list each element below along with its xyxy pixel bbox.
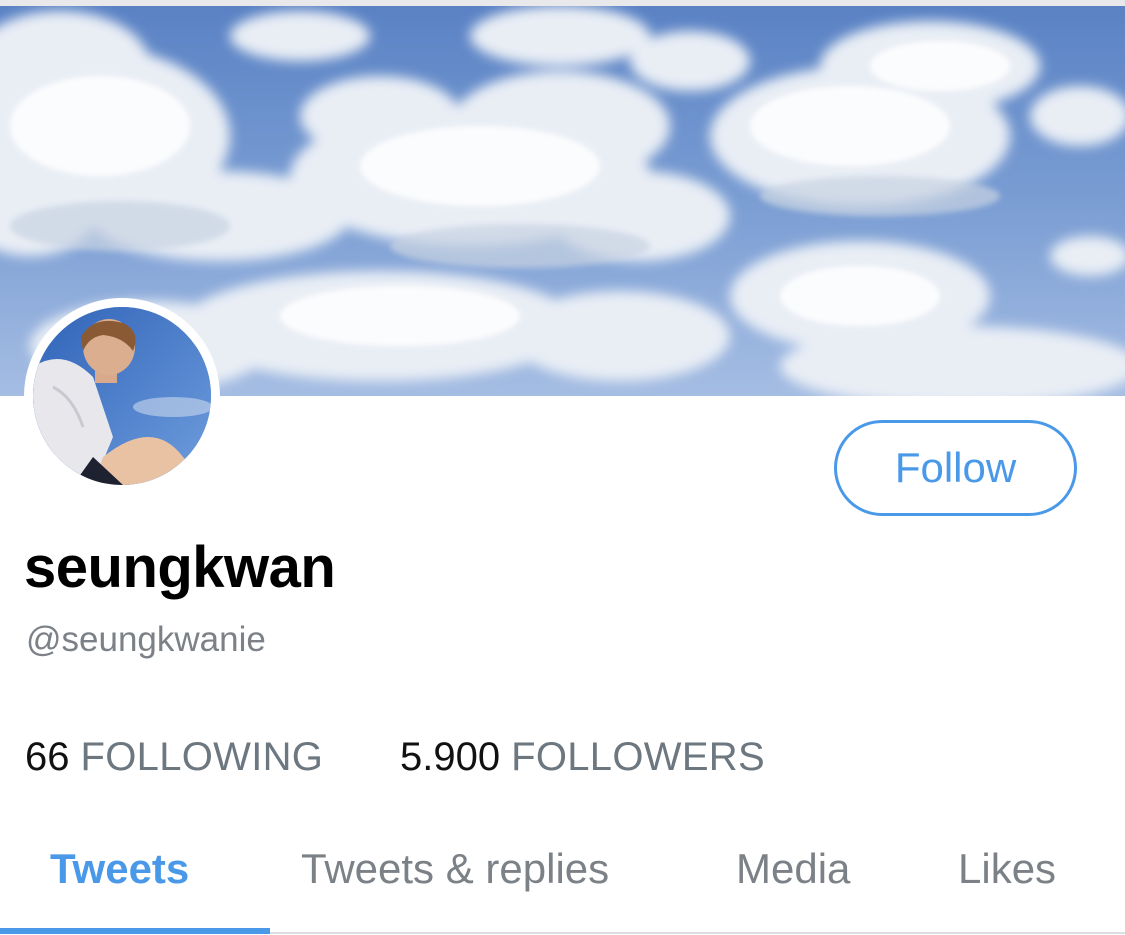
display-name: seungkwan: [24, 535, 336, 600]
profile-tabs: Tweets Tweets & replies Media Likes: [0, 820, 1125, 935]
follow-button[interactable]: Follow: [834, 420, 1077, 516]
profile-page: Follow seungkwan @seungkwanie 66 FOLLOWIN…: [0, 0, 1125, 935]
active-tab-indicator: [0, 928, 270, 934]
following-label: FOLLOWING: [80, 735, 324, 779]
followers-count: 5.900: [400, 735, 501, 779]
tab-likes[interactable]: Likes: [958, 842, 1056, 896]
followers-stat[interactable]: 5.900 FOLLOWERS: [400, 732, 765, 782]
user-handle: @seungkwanie: [26, 620, 266, 659]
profile-photo: [33, 307, 211, 485]
following-count: 66: [25, 735, 70, 779]
avatar[interactable]: [33, 307, 211, 485]
tab-tweets-and-replies[interactable]: Tweets & replies: [301, 842, 609, 896]
followers-label: FOLLOWERS: [511, 735, 765, 779]
tab-media[interactable]: Media: [736, 842, 850, 896]
tab-tweets[interactable]: Tweets: [50, 842, 189, 896]
following-stat[interactable]: 66 FOLLOWING: [25, 732, 323, 782]
